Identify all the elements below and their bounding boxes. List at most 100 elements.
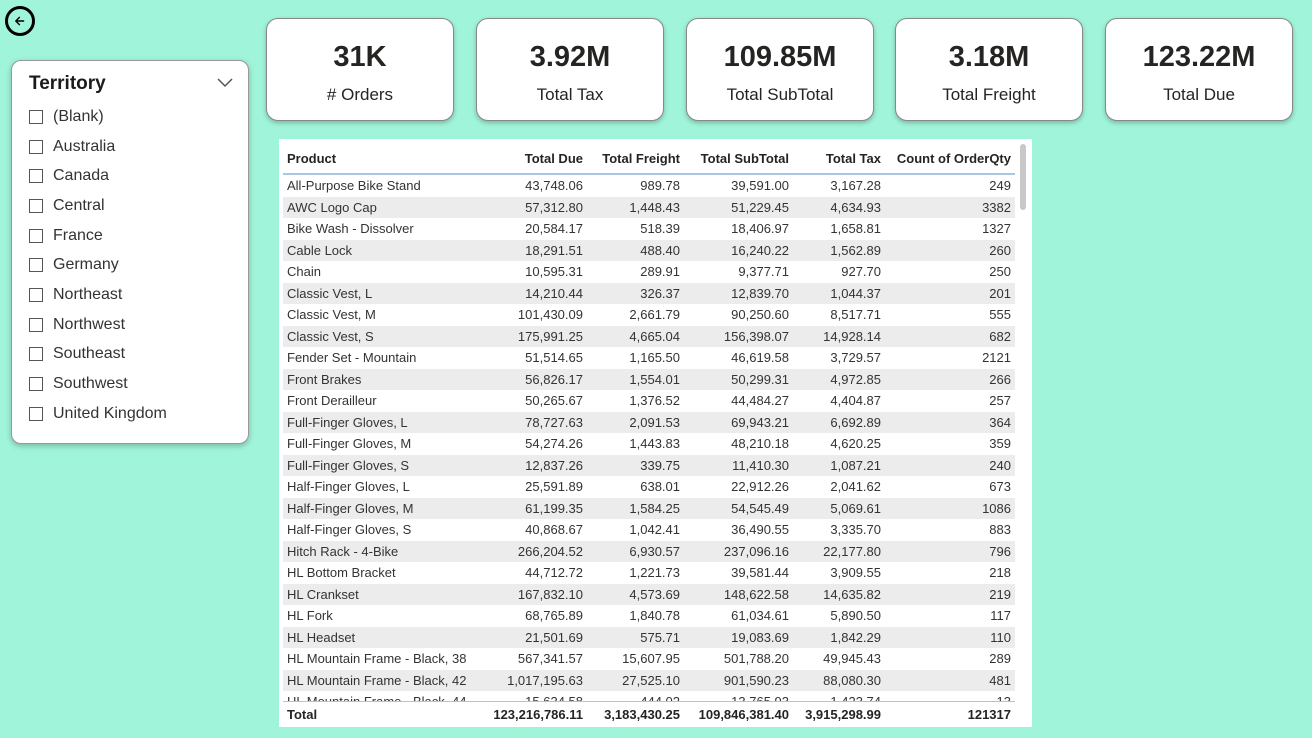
checkbox[interactable] [29, 228, 43, 243]
column-header[interactable]: Total SubTotal [684, 143, 793, 175]
table-cell: 3,729.57 [830, 350, 881, 366]
table-row[interactable]: Half-Finger Gloves, S 40,868.67 1,042.41 36… [283, 519, 1015, 541]
table-cell: 1,840.78 [629, 608, 680, 624]
chevron-down-icon[interactable] [216, 75, 234, 89]
table-cell: 1,584.25 [587, 497, 684, 519]
table-cell: 69,943.21 [684, 411, 793, 433]
total-cell: 3,915,298.99 [805, 706, 881, 722]
slicer-item[interactable]: Northwest [29, 310, 167, 340]
table-row[interactable]: All-Purpose Bike Stand 43,748.06 989.78 39,… [283, 175, 1015, 197]
table-cell: 18,291.51 [479, 239, 587, 261]
table-cell: 2,661.79 [629, 307, 680, 323]
table-row[interactable]: Bike Wash - Dissolver 20,584.17 518.39 18,4… [283, 218, 1015, 240]
slicer-item[interactable]: Northeast [29, 280, 167, 310]
table-cell: 673 [989, 479, 1011, 495]
table-scrollbar[interactable] [1019, 144, 1027, 704]
slicer-item[interactable]: Central [29, 191, 167, 221]
table-cell: 989.78 [640, 178, 680, 194]
table-cell: 49,945.43 [823, 651, 881, 667]
table-cell: 10,595.31 [525, 264, 583, 280]
table-cell: 78,727.63 [479, 411, 587, 433]
table-cell: 3,167.28 [830, 178, 881, 194]
table-row[interactable]: Hitch Rack - 4-Bike 266,204.52 6,930.57 237… [283, 540, 1015, 562]
checkbox[interactable] [29, 198, 43, 213]
table-row[interactable]: Classic Vest, M 101,430.09 2,661.79 90,250.… [283, 304, 1015, 326]
table-cell: 46,619.58 [731, 350, 789, 366]
table-cell: 51,514.65 [525, 350, 583, 366]
table-cell: 237,096.16 [684, 540, 793, 562]
table-row[interactable]: Full-Finger Gloves, M 54,274.26 1,443.83 48… [283, 433, 1015, 455]
checkbox[interactable] [29, 406, 43, 421]
table-cell: 5,890.50 [830, 608, 881, 624]
checkbox[interactable] [29, 377, 43, 392]
total-cell: Total [287, 706, 318, 722]
table-cell: 266 [885, 368, 1015, 390]
table-cell: HL Headset [283, 626, 479, 648]
table-cell: 48,210.18 [731, 436, 789, 452]
table-cell: 326.37 [587, 282, 684, 304]
table-row[interactable]: Classic Vest, L 14,210.44 326.37 12,839.70 1… [283, 282, 1015, 304]
checkbox[interactable] [29, 139, 43, 154]
table-header: Product Total Due Total Freight Total SubTo… [283, 143, 1015, 175]
table-row[interactable]: Chain 10,595.31 289.91 9,377.71 927.70 250 [283, 261, 1015, 283]
table-row[interactable]: HL Fork 68,765.89 1,840.78 61,034.61 5,890.5… [283, 605, 1015, 627]
table-row[interactable]: Cable Lock 18,291.51 488.40 16,240.22 1,562.… [283, 239, 1015, 261]
checkbox[interactable] [29, 317, 43, 332]
slicer-item-label: United Kingdom [53, 404, 167, 422]
table-row[interactable]: Half-Finger Gloves, M 61,199.35 1,584.25 54… [283, 497, 1015, 519]
slicer-item[interactable]: Australia [29, 132, 167, 162]
table-cell: Classic Vest, L [283, 282, 479, 304]
slicer-item[interactable]: Southeast [29, 340, 167, 370]
checkbox[interactable] [29, 169, 43, 184]
scrollbar-thumb[interactable] [1020, 144, 1026, 210]
slicer-list: (Blank) Australia Canada Central France Germa… [29, 102, 167, 429]
table-cell: 22,912.26 [731, 479, 789, 495]
column-header[interactable]: Product [283, 143, 479, 175]
slicer-item[interactable]: United Kingdom [29, 399, 167, 429]
table-row[interactable]: HL Bottom Bracket 44,712.72 1,221.73 39,581… [283, 562, 1015, 584]
column-header[interactable]: Total Freight [587, 143, 684, 175]
checkbox[interactable] [29, 287, 43, 302]
back-button[interactable] [5, 6, 35, 36]
table-row[interactable]: Full-Finger Gloves, S 12,837.26 339.75 11,4… [283, 454, 1015, 476]
table-row[interactable]: Front Brakes 56,826.17 1,554.01 50,299.31 4,… [283, 368, 1015, 390]
table-cell: 1,842.29 [793, 626, 885, 648]
slicer-item[interactable]: France [29, 221, 167, 251]
table-body-scroll[interactable]: All-Purpose Bike Stand 43,748.06 989.78 39,… [283, 175, 1015, 702]
table-cell: 50,299.31 [684, 368, 793, 390]
slicer-item-label: France [53, 226, 103, 244]
table-row[interactable]: HL Mountain Frame - Black, 42 1,017,195.6… [283, 669, 1015, 691]
table-row[interactable]: AWC Logo Cap 57,312.80 1,448.43 51,229.45 4,… [283, 196, 1015, 218]
slicer-item[interactable]: Canada [29, 161, 167, 191]
arrow-left-icon [15, 16, 25, 26]
table-row[interactable]: HL Crankset 167,832.10 4,573.69 148,622.58 1… [283, 583, 1015, 605]
slicer-item[interactable]: Germany [29, 250, 167, 280]
table-row[interactable]: Half-Finger Gloves, L 25,591.89 638.01 22,9… [283, 476, 1015, 498]
slicer-item-label: Southeast [53, 345, 126, 363]
kpi-card: 3.92M Total Tax [476, 18, 664, 121]
slicer-item[interactable]: (Blank) [29, 102, 167, 132]
column-header[interactable]: Count of OrderQty [885, 143, 1015, 175]
table-cell: 364 [885, 411, 1015, 433]
kpi-label: # Orders [326, 85, 394, 104]
slicer-item[interactable]: Southwest [29, 369, 167, 399]
table-cell: 39,591.00 [731, 178, 789, 194]
table-cell: 575.71 [587, 626, 684, 648]
total-cell: 3,183,430.25 [604, 706, 680, 722]
table-row[interactable]: Front Derailleur 50,265.67 1,376.52 44,484.… [283, 390, 1015, 412]
table-row[interactable]: HL Headset 21,501.69 575.71 19,083.69 1,842.… [283, 626, 1015, 648]
table-cell: 12,837.26 [479, 454, 587, 476]
checkbox[interactable] [29, 109, 43, 124]
table-row[interactable]: Full-Finger Gloves, L 78,727.63 2,091.53 69… [283, 411, 1015, 433]
table-cell: 68,765.89 [525, 608, 583, 624]
checkbox[interactable] [29, 258, 43, 273]
table-row[interactable]: Fender Set - Mountain 51,514.65 1,165.50 46… [283, 347, 1015, 369]
table-cell: Front Derailleur [287, 393, 377, 409]
table-row[interactable]: HL Mountain Frame - Black, 38 567,341.57 1… [283, 648, 1015, 670]
column-header[interactable]: Total Tax [793, 143, 885, 175]
table-cell: 927.70 [841, 264, 881, 280]
table-cell: 117 [990, 608, 1011, 624]
checkbox[interactable] [29, 347, 43, 362]
column-header[interactable]: Total Due [479, 143, 587, 175]
table-row[interactable]: Classic Vest, S 175,991.25 4,665.04 156,398… [283, 325, 1015, 347]
